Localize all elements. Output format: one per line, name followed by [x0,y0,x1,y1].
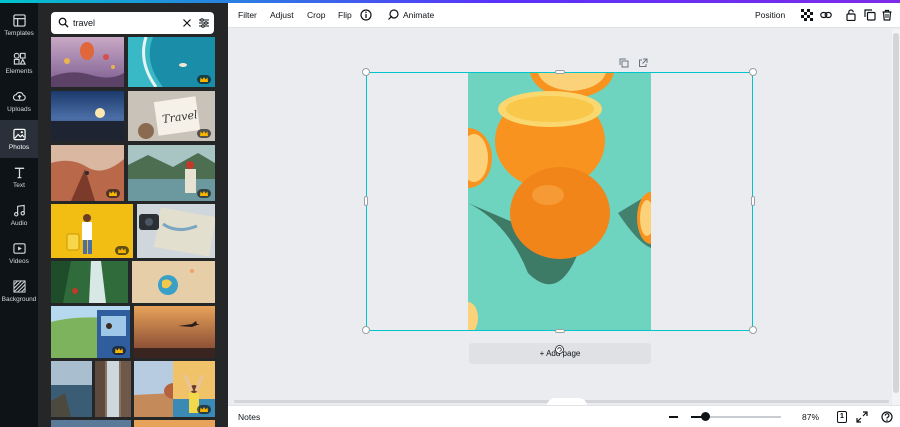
photo-thumb-narrow-street[interactable] [95,361,131,417]
text-icon [14,167,24,178]
delete-icon[interactable] [881,9,893,21]
zoom-level[interactable]: 87% [802,406,819,427]
rail-label-templates: Templates [4,29,34,37]
editor-footer: Notes 87% 1 [228,405,900,427]
rail-label-uploads: Uploads [7,105,31,113]
photo-thumb-balloons[interactable] [51,37,124,87]
animate-icon[interactable] [387,9,399,21]
premium-crown-badge [106,189,120,198]
photo-thumb-sunset-road[interactable] [51,91,124,141]
vertical-scrollbar[interactable] [892,29,900,405]
crown-icon [118,248,126,253]
resize-handle-bottom-left[interactable] [362,326,370,334]
help-icon[interactable] [881,411,893,423]
fullscreen-icon[interactable] [856,411,868,423]
share-page-icon[interactable] [638,58,648,68]
clear-search-icon[interactable] [182,18,192,28]
notes-button[interactable]: Notes [238,406,260,427]
crown-icon [200,191,208,196]
templates-icon [12,13,26,27]
videos-icon [12,242,26,254]
crown-icon [200,407,208,412]
rail-item-photos[interactable]: Photos [0,120,38,158]
filter-button[interactable]: Filter [238,3,257,28]
photo-thumb-waterfall[interactable] [51,261,128,303]
photo-thumb-yellow-suitcase[interactable] [51,204,133,258]
resize-handle-top[interactable] [555,70,565,74]
crown-icon [200,131,208,136]
elements-icon [13,52,26,65]
adjust-button[interactable]: Adjust [270,3,294,28]
rotate-icon[interactable] [555,345,564,354]
flip-button[interactable]: Flip [338,3,352,28]
premium-crown-badge [197,189,211,198]
premium-crown-badge [197,129,211,138]
rail-label-audio: Audio [10,219,28,227]
photo-thumb-map-camera[interactable] [137,204,215,258]
premium-crown-badge [112,346,126,355]
zoom-slider-handle[interactable] [701,412,711,421]
page-count-button[interactable]: 1 [837,411,847,423]
rail-item-elements[interactable]: Elements [0,44,38,82]
photos-panel: Travel [38,3,228,427]
photo-thumb-partial[interactable] [51,420,131,427]
photo-thumb-plane-sunset[interactable] [134,306,215,358]
audio-icon [13,204,25,216]
editor-toolbar: Filter Adjust Crop Flip Animate Position [228,3,900,28]
uploads-icon [12,91,26,101]
rail-item-text[interactable]: Text [0,158,38,196]
transparency-icon[interactable] [801,9,813,21]
duplicate-page-icon[interactable] [619,58,629,68]
photo-thumb-ocean[interactable] [128,37,215,87]
resize-handle-left[interactable] [364,196,368,206]
rail-label-videos: Videos [9,257,29,265]
crown-icon [115,348,123,353]
photo-thumb-beach-globe[interactable] [132,261,215,303]
photos-icon [12,128,26,140]
resize-handle-bottom-right[interactable] [749,326,757,334]
lock-icon[interactable] [845,9,857,21]
resize-handle-top-left[interactable] [362,68,370,76]
rail-item-videos[interactable]: Videos [0,234,38,272]
rail-label-text: Text [13,181,25,189]
background-icon [12,279,26,293]
zoom-out-icon[interactable] [669,416,678,418]
crown-icon [109,191,117,196]
rail-item-templates[interactable]: Templates [0,6,38,44]
resize-handle-right[interactable] [751,196,755,206]
rail-item-uploads[interactable]: Uploads [0,82,38,120]
selection-frame [366,72,753,331]
resize-handle-top-right[interactable] [749,68,757,76]
rail-item-audio[interactable]: Audio [0,196,38,234]
search-icon [58,17,69,28]
premium-crown-badge [197,405,211,414]
position-button[interactable]: Position [755,3,785,28]
search-input[interactable] [73,15,173,31]
search-box [51,12,214,34]
crop-button[interactable]: Crop [307,3,325,28]
rail-label-elements: Elements [5,67,33,75]
duplicate-icon[interactable] [864,9,876,21]
premium-crown-badge [115,246,129,255]
vertical-scroll-thumb[interactable] [893,33,899,393]
photo-thumb-train-window[interactable] [51,306,130,358]
info-icon[interactable] [360,9,372,21]
link-icon[interactable] [820,9,832,21]
rail-label-photos: Photos [8,143,30,151]
crown-icon [200,77,208,82]
photo-thumb-arms-raised[interactable] [173,361,215,417]
rail-item-background[interactable]: Background [0,272,38,310]
animate-button[interactable]: Animate [403,3,434,28]
filter-settings-icon[interactable] [198,17,210,29]
rail-label-background: Background [1,295,37,303]
photo-thumb-canyon[interactable] [51,145,124,201]
premium-crown-badge [197,75,211,84]
photo-thumb-lake-woman[interactable] [128,145,215,201]
photo-thumb-partial[interactable] [134,420,215,427]
photo-thumb-travel-note[interactable]: Travel [128,91,215,141]
photo-thumb-cliff-sea[interactable] [51,361,92,417]
resize-handle-bottom[interactable] [555,329,565,333]
left-rail: Templates Elements Uploads Photos Text A… [0,3,38,427]
